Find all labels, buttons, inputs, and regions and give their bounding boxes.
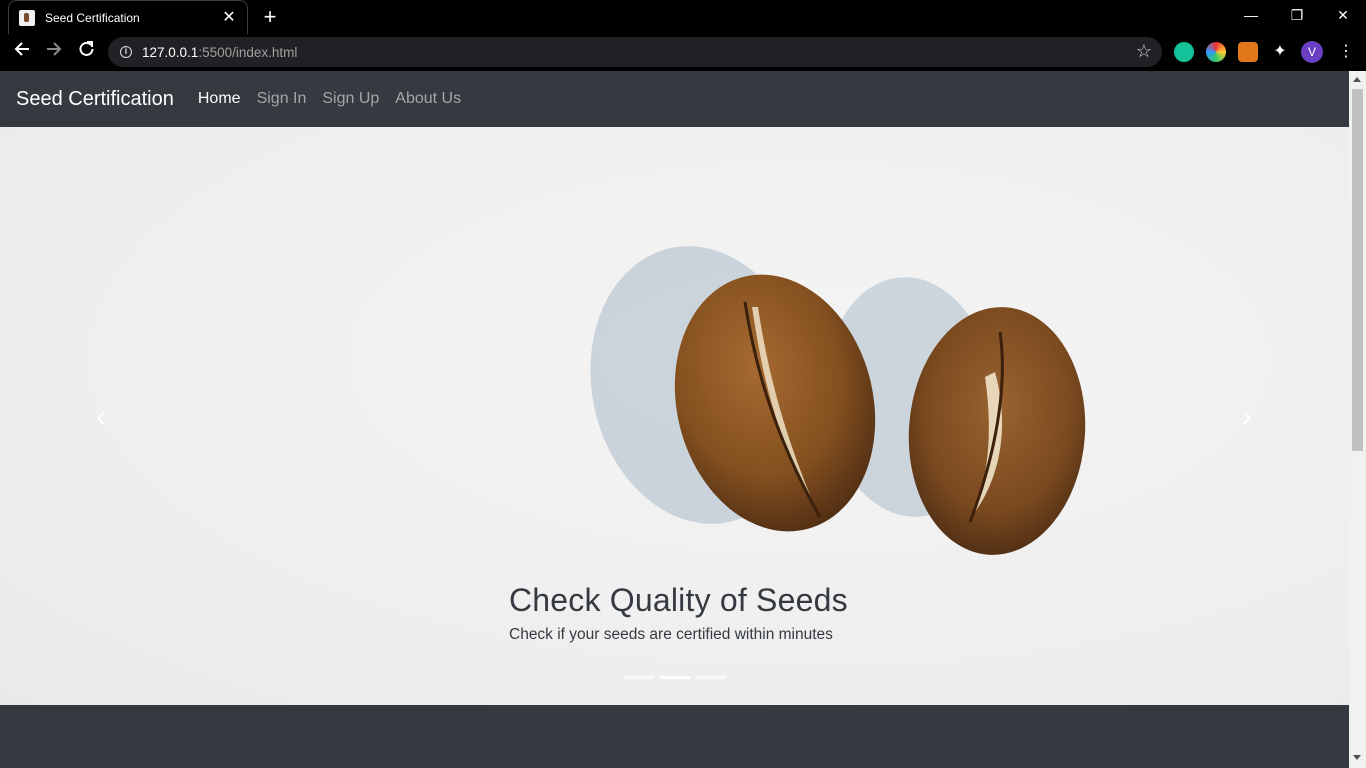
url-host: 127.0.0.1 bbox=[142, 44, 199, 60]
carousel-next-icon[interactable]: › bbox=[1237, 397, 1257, 437]
grammarly-icon[interactable] bbox=[1174, 42, 1194, 62]
puzzle-icon[interactable]: ✦ bbox=[1270, 42, 1290, 62]
star-icon[interactable]: ☆ bbox=[1136, 41, 1152, 62]
caption-title: Check Quality of Seeds bbox=[509, 582, 848, 618]
favicon-icon bbox=[19, 9, 35, 26]
metamask-icon[interactable] bbox=[1238, 42, 1258, 62]
carousel-indicator[interactable] bbox=[696, 676, 726, 679]
info-icon[interactable]: i bbox=[120, 46, 132, 58]
carousel-prev-icon[interactable]: ‹ bbox=[91, 397, 111, 437]
browser-titlebar: Seed Certification ✕ + — ❐ ✕ bbox=[0, 0, 1366, 34]
hero-carousel: ‹ › Check Quality of Seeds Check if your… bbox=[0, 127, 1349, 705]
carousel-indicator[interactable] bbox=[660, 676, 690, 679]
scroll-up-icon[interactable] bbox=[1353, 77, 1361, 82]
forward-arrow-icon[interactable] bbox=[42, 40, 66, 64]
page-scrollbar[interactable] bbox=[1349, 71, 1366, 768]
scroll-down-icon[interactable] bbox=[1353, 755, 1361, 760]
reload-icon[interactable] bbox=[74, 40, 98, 64]
back-arrow-icon[interactable] bbox=[10, 40, 34, 64]
site-brand[interactable]: Seed Certification bbox=[16, 88, 174, 111]
new-tab-button[interactable]: + bbox=[259, 6, 281, 28]
profile-avatar[interactable]: V bbox=[1301, 41, 1323, 63]
browser-toolbar: i 127.0.0.1:5500/index.html ☆ ✦ V ⋮ bbox=[0, 34, 1366, 71]
browser-tab[interactable]: Seed Certification ✕ bbox=[8, 0, 248, 34]
carousel-indicators bbox=[624, 676, 726, 679]
nav-home[interactable]: Home bbox=[190, 90, 249, 108]
scroll-thumb[interactable] bbox=[1352, 89, 1363, 451]
colorful-extension-icon[interactable] bbox=[1206, 42, 1226, 62]
address-bar[interactable]: i 127.0.0.1:5500/index.html ☆ bbox=[108, 37, 1162, 67]
nav-about-us[interactable]: About Us bbox=[387, 90, 469, 108]
dark-section bbox=[0, 705, 1349, 768]
caption-text: Check if your seeds are certified within… bbox=[509, 626, 833, 643]
close-window-button[interactable]: ✕ bbox=[1320, 0, 1366, 30]
url-path: :5500/index.html bbox=[198, 44, 298, 60]
restore-button[interactable]: ❐ bbox=[1274, 0, 1320, 30]
site-navbar: Seed Certification Home Sign In Sign Up … bbox=[0, 71, 1349, 127]
nav-sign-up[interactable]: Sign Up bbox=[314, 90, 387, 108]
tab-title: Seed Certification bbox=[45, 10, 140, 25]
carousel-indicator[interactable] bbox=[624, 676, 654, 679]
minimize-button[interactable]: — bbox=[1228, 0, 1274, 30]
menu-dots-icon[interactable]: ⋮ bbox=[1336, 42, 1356, 62]
carousel-caption: Check Quality of Seeds Check if your see… bbox=[509, 580, 849, 644]
page-viewport: Seed Certification Home Sign In Sign Up … bbox=[0, 71, 1349, 768]
tab-close-icon[interactable]: ✕ bbox=[221, 9, 237, 26]
nav-sign-in[interactable]: Sign In bbox=[249, 90, 315, 108]
